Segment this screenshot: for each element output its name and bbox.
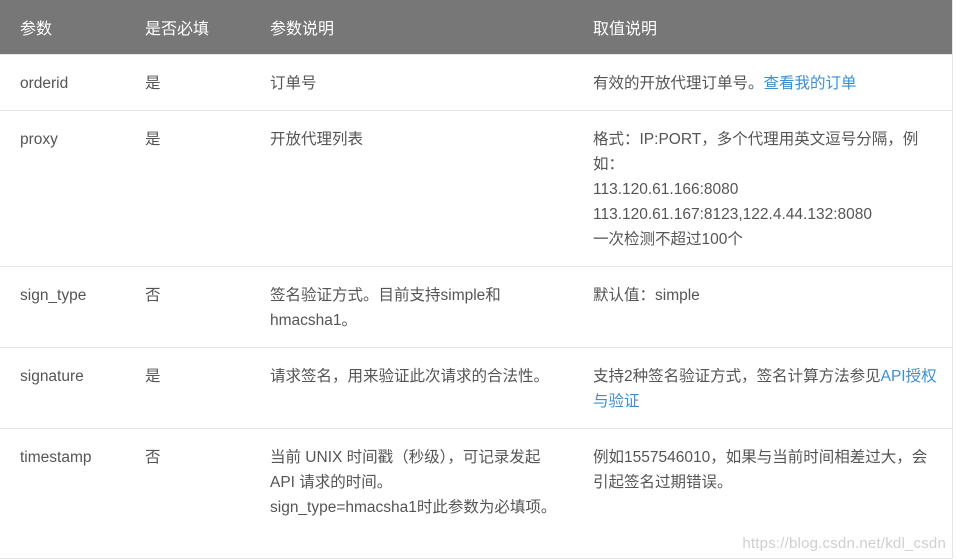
param-value-cell: 有效的开放代理订单号。查看我的订单 bbox=[573, 54, 952, 111]
param-description: 开放代理列表 bbox=[250, 110, 573, 267]
table-row-orderid: orderid 是 订单号 有效的开放代理订单号。查看我的订单 bbox=[0, 54, 952, 111]
param-value-cell: 格式：IP:PORT，多个代理用英文逗号分隔，例如： 113.120.61.16… bbox=[573, 110, 952, 267]
param-value-cell: 例如1557546010，如果与当前时间相差过大，会引起签名过期错误。 bbox=[573, 428, 952, 534]
param-name: timestamp bbox=[0, 428, 125, 534]
param-description: 订单号 bbox=[250, 54, 573, 111]
param-name: signature bbox=[0, 347, 125, 429]
my-orders-link[interactable]: 查看我的订单 bbox=[764, 75, 857, 92]
value-line: 113.120.61.167:8123,122.4.44.132:8080 bbox=[593, 206, 872, 223]
required-flag: 否 bbox=[125, 266, 250, 348]
description-line: sign_type=hmacsha1时此参数为必填项。 bbox=[270, 499, 557, 516]
table-row-signature: signature 是 请求签名，用来验证此次请求的合法性。 支持2种签名验证方… bbox=[0, 347, 952, 429]
header-description: 参数说明 bbox=[250, 0, 573, 55]
value-text: 支持2种签名验证方式，签名计算方法参见 bbox=[593, 368, 881, 385]
param-description: 请求签名，用来验证此次请求的合法性。 bbox=[250, 347, 573, 429]
param-value-cell: 支持2种签名验证方式，签名计算方法参见API授权与验证 bbox=[573, 347, 952, 429]
parameter-table: 参数 是否必填 参数说明 取值说明 orderid 是 订单号 有效的开放代理订… bbox=[0, 0, 952, 534]
param-name: sign_type bbox=[0, 266, 125, 348]
param-description: 签名验证方式。目前支持simple和hmacsha1。 bbox=[250, 266, 573, 348]
param-description-cell: 当前 UNIX 时间戳（秒级），可记录发起 API 请求的时间。 sign_ty… bbox=[250, 428, 573, 534]
value-text: 有效的开放代理订单号。 bbox=[593, 75, 764, 92]
param-value-cell: 默认值：simple bbox=[573, 266, 952, 348]
value-line: 113.120.61.166:8080 bbox=[593, 181, 739, 198]
required-flag: 否 bbox=[125, 428, 250, 534]
param-name: proxy bbox=[0, 110, 125, 267]
required-flag: 是 bbox=[125, 347, 250, 429]
required-flag: 是 bbox=[125, 54, 250, 111]
header-param: 参数 bbox=[0, 0, 125, 55]
value-line: 一次检测不超过100个 bbox=[593, 231, 743, 248]
param-name: orderid bbox=[0, 54, 125, 111]
header-required: 是否必填 bbox=[125, 0, 250, 55]
table-row-sign-type: sign_type 否 签名验证方式。目前支持simple和hmacsha1。 … bbox=[0, 266, 952, 348]
header-value: 取值说明 bbox=[573, 0, 952, 55]
table-row-proxy: proxy 是 开放代理列表 格式：IP:PORT，多个代理用英文逗号分隔，例如… bbox=[0, 110, 952, 267]
description-line: 当前 UNIX 时间戳（秒级），可记录发起 API 请求的时间。 bbox=[270, 449, 541, 491]
required-flag: 是 bbox=[125, 110, 250, 267]
watermark: https://blog.csdn.net/kdl_csdn bbox=[742, 535, 946, 552]
table-row-timestamp: timestamp 否 当前 UNIX 时间戳（秒级），可记录发起 API 请求… bbox=[0, 428, 952, 534]
table-header-row: 参数 是否必填 参数说明 取值说明 bbox=[0, 0, 952, 55]
value-line: 格式：IP:PORT，多个代理用英文逗号分隔，例如： bbox=[593, 131, 919, 173]
